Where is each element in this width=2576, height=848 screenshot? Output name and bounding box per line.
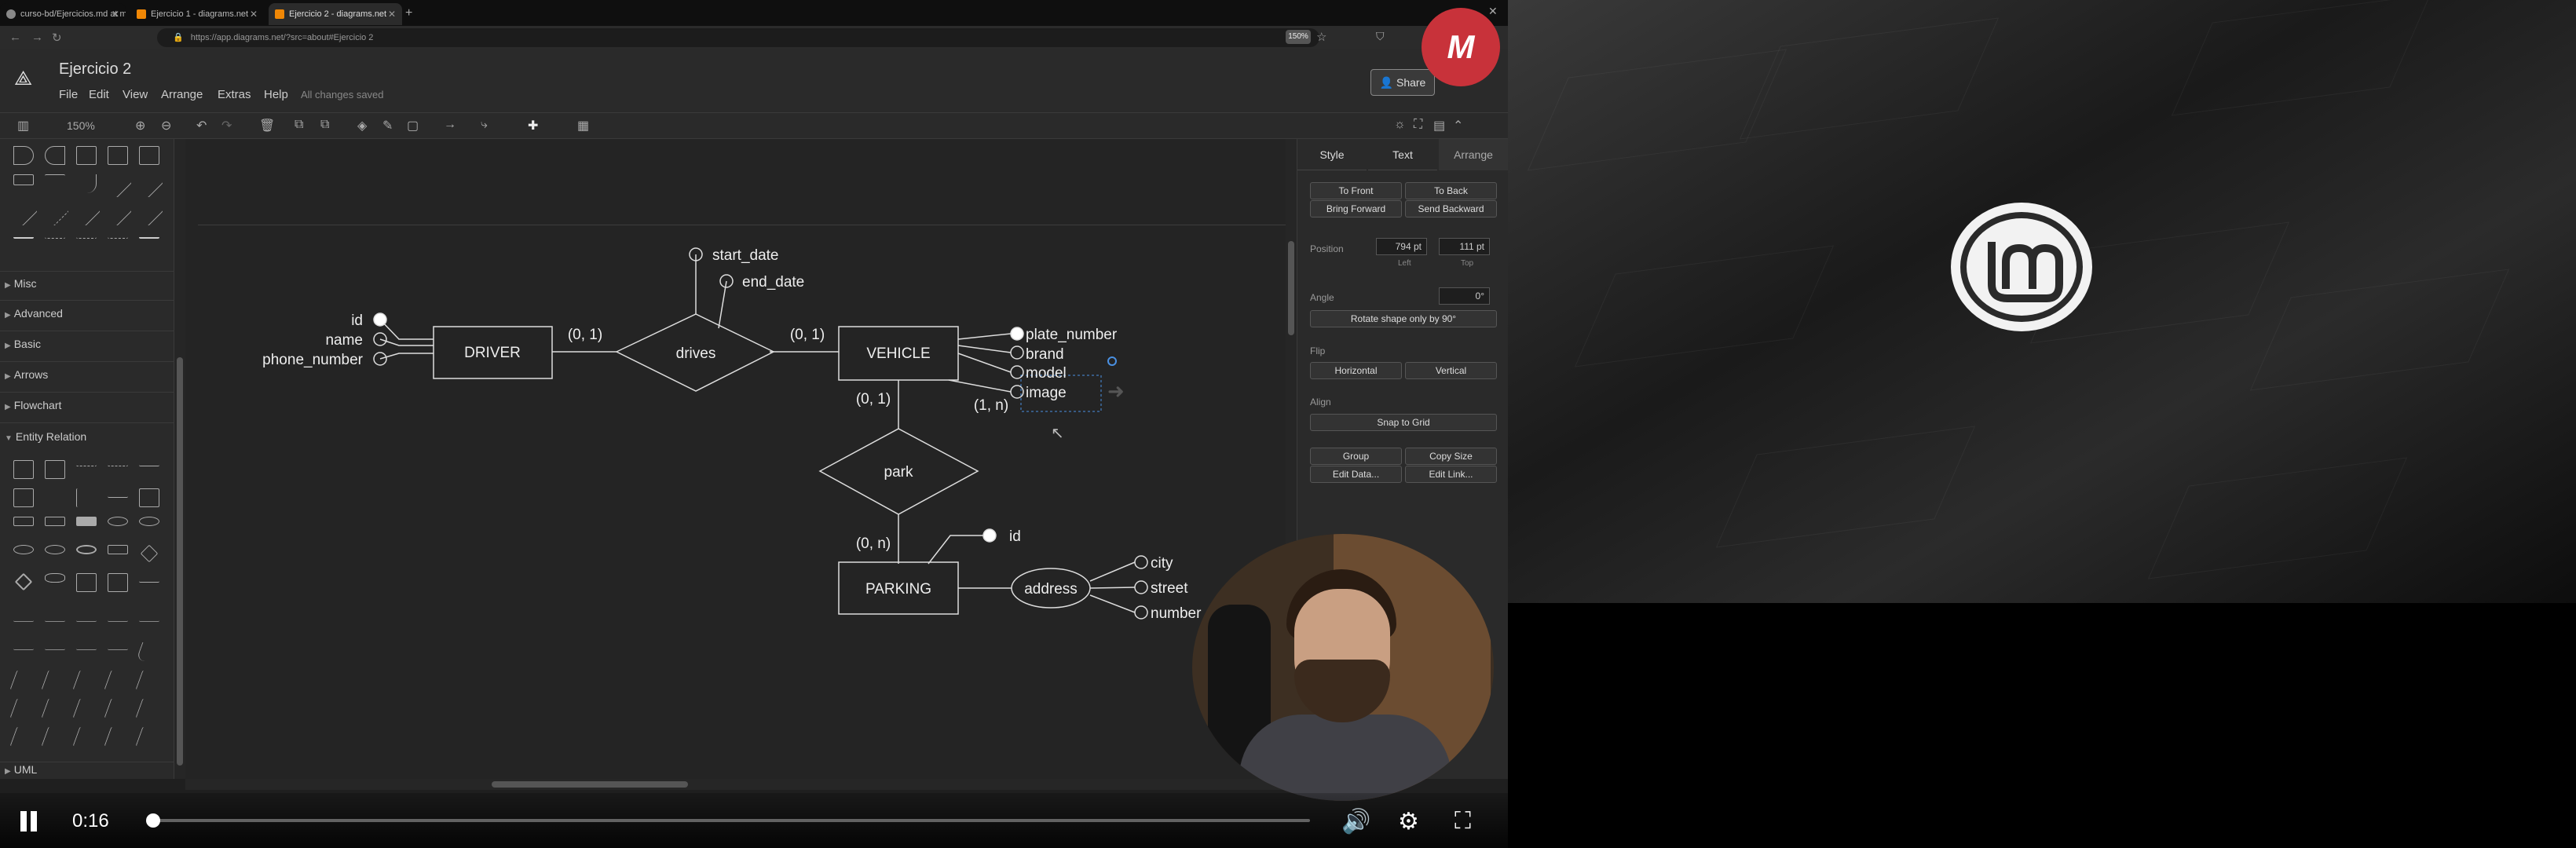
tab-arrange[interactable]: Arrange — [1439, 139, 1508, 170]
attr-name: name — [325, 332, 363, 349]
edit-link-button[interactable]: Edit Link... — [1405, 466, 1497, 483]
edge[interactable] — [718, 280, 727, 329]
edge[interactable] — [379, 353, 434, 360]
scroll-thumb[interactable] — [492, 781, 688, 788]
edge[interactable] — [948, 379, 1012, 393]
attr-street: street — [1151, 580, 1188, 597]
connect-arrow-icon[interactable]: ➜ — [1107, 379, 1125, 403]
to-front-button[interactable]: To Front — [1310, 182, 1402, 199]
wallpaper-tile — [1574, 245, 1835, 367]
entity-vehicle-label: VEHICLE — [866, 345, 930, 362]
attr-number: number — [1151, 605, 1202, 622]
edge[interactable] — [957, 353, 1012, 373]
attr-image: image — [1026, 385, 1067, 401]
tab-text[interactable]: Text — [1368, 139, 1437, 170]
attribute-key-marker[interactable] — [1010, 327, 1024, 341]
canvas-horizontal-scrollbar[interactable] — [185, 779, 1295, 790]
send-backward-button[interactable]: Send Backward — [1405, 200, 1497, 217]
rotate-handle-icon[interactable] — [1107, 356, 1117, 366]
edge[interactable] — [379, 319, 434, 340]
video-frame: curso-bd/Ejercicios.md at ma ✕ Ejercicio… — [0, 0, 1508, 848]
progress-bar[interactable] — [146, 813, 1310, 828]
attr-id: id — [351, 313, 363, 329]
top-input[interactable]: 111 pt — [1439, 238, 1490, 255]
attr-parking-id: id — [1009, 528, 1021, 545]
attribute-key-marker[interactable] — [982, 528, 997, 543]
scroll-thumb[interactable] — [1288, 241, 1294, 335]
attribute-marker[interactable] — [1134, 605, 1148, 620]
attr-phone-number: phone_number — [262, 352, 363, 368]
angle-label: Angle — [1310, 292, 1334, 303]
attribute-marker[interactable] — [1134, 580, 1148, 594]
cardinality-label: (0, n) — [856, 535, 891, 552]
flip-vertical-button[interactable]: Vertical — [1405, 362, 1497, 379]
left-input[interactable]: 794 pt — [1376, 238, 1427, 255]
edge[interactable] — [379, 338, 434, 346]
group-button[interactable]: Group — [1310, 448, 1402, 465]
volume-icon[interactable]: 🔊 — [1341, 808, 1370, 835]
relation-drives-label: drives — [676, 345, 716, 362]
cardinality-label: (0, 1) — [790, 327, 825, 343]
cardinality-label: (0, 1) — [568, 327, 602, 343]
angle-input[interactable]: 0° — [1439, 287, 1490, 305]
attr-end-date: end_date — [742, 274, 804, 291]
cardinality-label: (0, 1) — [856, 391, 891, 408]
desktop-dark-area — [1508, 603, 2576, 848]
attribute-marker[interactable] — [1134, 555, 1148, 569]
wallpaper-tile — [2171, 0, 2431, 116]
position-label: Position — [1310, 243, 1344, 254]
settings-gear-icon[interactable]: ⚙ — [1398, 808, 1419, 835]
linux-mint-logo-icon — [1951, 203, 2092, 331]
attribute-address-label: address — [1024, 581, 1078, 598]
edge[interactable] — [1089, 587, 1136, 589]
wallpaper-tile — [1739, 17, 2000, 140]
align-label: Align — [1310, 397, 1331, 408]
wallpaper-tile — [1527, 49, 1787, 171]
attribute-marker[interactable] — [1010, 365, 1024, 379]
webcam-shirt — [1239, 715, 1451, 801]
to-back-button[interactable]: To Back — [1405, 182, 1497, 199]
fullscreen-icon[interactable]: ⛶ — [1454, 808, 1471, 835]
edge[interactable] — [1089, 561, 1136, 582]
rotate-button[interactable]: Rotate shape only by 90° — [1310, 310, 1497, 327]
entity-parking-label: PARKING — [865, 581, 931, 598]
mouse-cursor-icon: ↖ — [1051, 425, 1064, 442]
attribute-marker[interactable] — [1010, 385, 1024, 399]
left-caption: Left — [1398, 259, 1411, 268]
attr-plate-number: plate_number — [1026, 327, 1118, 343]
pause-icon[interactable] — [17, 810, 41, 833]
channel-logo-icon: M — [1422, 8, 1500, 86]
cardinality-label: (1, n) — [974, 397, 1008, 414]
attr-start-date: start_date — [712, 247, 779, 264]
top-caption: Top — [1461, 259, 1474, 268]
flip-horizontal-button[interactable]: Horizontal — [1310, 362, 1402, 379]
relation-park-label: park — [884, 464, 913, 481]
bring-forward-button[interactable]: Bring Forward — [1310, 200, 1402, 217]
current-time: 0:16 — [72, 810, 109, 832]
attr-brand: brand — [1026, 346, 1064, 363]
edge[interactable] — [1089, 594, 1136, 613]
tab-style[interactable]: Style — [1297, 139, 1367, 170]
attribute-marker[interactable] — [1010, 345, 1024, 360]
copy-size-button[interactable]: Copy Size — [1405, 448, 1497, 465]
attribute-key-marker[interactable] — [373, 313, 387, 327]
entity-driver-label: DRIVER — [464, 345, 521, 361]
wallpaper-tile — [2249, 269, 2510, 391]
edge[interactable] — [957, 333, 1012, 340]
attr-model: model — [1026, 365, 1067, 382]
wallpaper-tile — [2147, 457, 2408, 579]
edge[interactable] — [928, 535, 990, 565]
wallpaper-tile — [1715, 426, 1976, 548]
flip-label: Flip — [1310, 345, 1326, 356]
webcam-overlay — [1192, 534, 1494, 801]
edge[interactable] — [957, 345, 1012, 353]
snap-to-grid-button[interactable]: Snap to Grid — [1310, 414, 1497, 431]
edit-data-button[interactable]: Edit Data... — [1310, 466, 1402, 483]
attr-city: city — [1151, 555, 1173, 572]
